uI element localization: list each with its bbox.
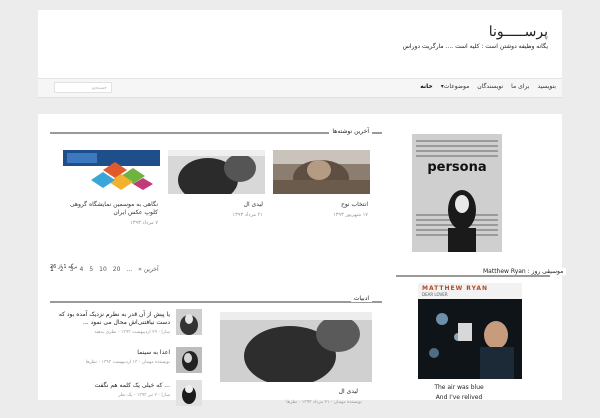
site-tagline: یگانه وظیفه دوشتن است : کلیه است .... ما… bbox=[402, 43, 548, 50]
featured-title[interactable]: لیدی ال bbox=[339, 388, 358, 395]
post-thumbnail[interactable] bbox=[176, 380, 202, 406]
post-thumbnail[interactable] bbox=[176, 309, 202, 335]
lyric-line-1: The air was blue bbox=[434, 384, 484, 391]
persona-word: persona bbox=[427, 160, 487, 175]
music-heading: موسیقی روز : Matthew Ryan bbox=[480, 268, 567, 275]
latest-card-3[interactable]: نگاهی به موسمین نمایشگاه گروهی کلوپ عکس … bbox=[63, 150, 160, 236]
post-meta: نویسنده مهمان - ۱۳ اردیبهشت ۱۳۹۳ - نظرها bbox=[85, 360, 170, 365]
section-rule bbox=[50, 301, 382, 303]
post-thumbnail[interactable] bbox=[63, 150, 160, 194]
search-input[interactable]: جستجو bbox=[54, 82, 112, 93]
featured-meta: نویسنده مهمان - ۲۱ مرداد ۱۳۹۳ - نظرها bbox=[286, 400, 362, 405]
featured-thumbnail[interactable] bbox=[220, 312, 372, 382]
post-meta: سارا - ۲ تیر ۱۳۹۳ - یک نظر bbox=[118, 393, 170, 398]
page-gap bbox=[38, 98, 562, 114]
nav-home[interactable]: خانه bbox=[420, 83, 432, 90]
section-rule bbox=[396, 275, 550, 277]
nav-topics[interactable]: موضوعات▾ bbox=[441, 83, 470, 90]
site-header: پرســـــونا یگانه وظیفه دوشتن است : کلیه… bbox=[38, 10, 562, 79]
post-date: ۷ مرداد ۱۳۹۳ bbox=[130, 220, 158, 226]
latest-card-2[interactable]: لیدی ال ۲۱ مرداد ۱۳۹۳ bbox=[168, 150, 265, 230]
nav-topics-label: موضوعات bbox=[443, 83, 470, 90]
post-title[interactable]: ... که خیلی یک کلمه هم نگفت bbox=[50, 382, 170, 390]
list-item[interactable]: ... که خیلی یک کلمه هم نگفت سارا - ۲ تیر… bbox=[50, 380, 202, 418]
post-date: ۱۷ شهریور ۱۳۹۳ bbox=[333, 212, 368, 218]
pager-ellipsis: ... bbox=[126, 265, 133, 273]
page-10[interactable]: 10 bbox=[99, 266, 107, 273]
album-cover[interactable]: MATTHEW RYAN DEAR LOVER bbox=[418, 283, 522, 379]
list-item[interactable]: یا پیش از آن قدر به نظرم نزدیک آمده بود … bbox=[50, 309, 202, 347]
post-title[interactable]: انتخاب نوح bbox=[273, 201, 368, 209]
post-meta: سارا - ۲۹ اردیبهشت ۱۳۹۳ - نظری بدهید bbox=[94, 330, 170, 335]
post-date: ۲۱ مرداد ۱۳۹۳ bbox=[232, 212, 263, 218]
pager-status: برگه 1 از 26 bbox=[50, 264, 78, 270]
post-title[interactable]: نگاهی به موسمین نمایشگاه گروهی کلوپ عکس … bbox=[63, 201, 158, 217]
post-thumbnail[interactable] bbox=[168, 150, 265, 194]
main-navigation: خانه موضوعات▾ نویسندگان برای ما بنویسید … bbox=[38, 79, 562, 98]
site-title[interactable]: پرســـــونا bbox=[489, 24, 548, 40]
post-title[interactable]: لیدی ال bbox=[168, 201, 263, 209]
page-last[interactable]: آخرین » bbox=[138, 266, 159, 273]
main-content: آخرین نوشته‌ها انتخاب نوح ۱۷ شهریور ۱۳۹۳ bbox=[38, 114, 567, 406]
nav-for-us[interactable]: برای ما bbox=[511, 83, 529, 90]
literature-heading: ادبیات bbox=[350, 295, 372, 302]
post-thumbnail[interactable] bbox=[273, 150, 370, 194]
nav-writers[interactable]: نویسندگان bbox=[477, 83, 503, 90]
album-title: DEAR LOVER bbox=[422, 292, 448, 297]
post-thumbnail[interactable] bbox=[176, 347, 202, 373]
page-4[interactable]: 4 bbox=[79, 266, 83, 273]
album-artist: MATTHEW RYAN bbox=[422, 285, 489, 292]
page-20[interactable]: 20 bbox=[113, 266, 121, 273]
latest-heading: آخرین نوشته‌ها bbox=[329, 128, 372, 135]
latest-card-1[interactable]: انتخاب نوح ۱۷ شهریور ۱۳۹۳ bbox=[273, 150, 370, 230]
page-5[interactable]: 5 bbox=[89, 266, 93, 273]
persona-poster[interactable]: persona bbox=[412, 134, 502, 252]
post-title[interactable]: اعدا به سینما bbox=[50, 349, 170, 357]
page: پرســـــونا یگانه وظیفه دوشتن است : کلیه… bbox=[38, 10, 567, 406]
post-title[interactable]: یا پیش از آن قدر به نظرم نزدیک آمده بود … bbox=[50, 311, 170, 327]
nav-write[interactable]: بنویسید bbox=[537, 83, 556, 90]
pagination: 1 2 3 4 5 10 20 ... آخرین » bbox=[50, 262, 380, 276]
